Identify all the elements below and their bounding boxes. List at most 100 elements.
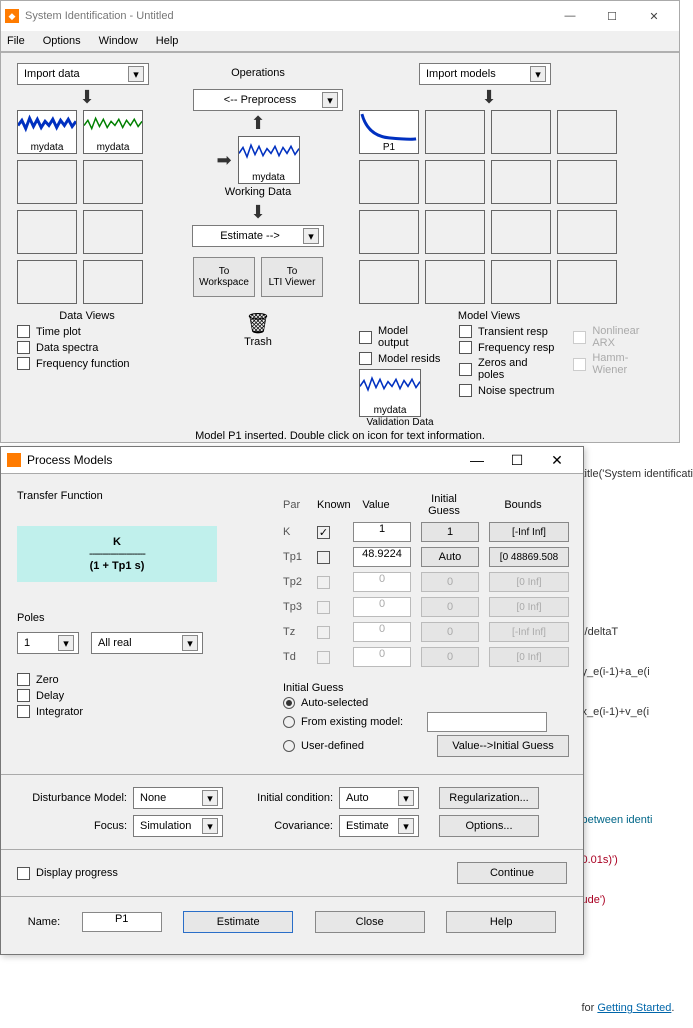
param-row-k: K ✓ 1 1 [-Inf Inf] [283,522,569,542]
close-button[interactable]: ✕ [537,448,577,472]
matlab-icon: ◆ [5,9,19,23]
init-button-k[interactable]: 1 [421,522,479,542]
menu-help[interactable]: Help [156,35,179,47]
bounds-button-tp1[interactable]: [0 48869.508 [489,547,569,567]
minimize-button[interactable]: — [549,2,591,30]
import-data-dropdown[interactable]: Import data ▾ [17,63,149,85]
model-slot-empty[interactable] [557,210,617,254]
frequency-function-checkbox[interactable]: Frequency function [17,357,157,370]
param-row-tp2: Tp2 0 0 [0 Inf] [283,572,569,592]
model-slot-empty[interactable] [425,160,485,204]
model-slot-empty[interactable] [359,210,419,254]
close-button[interactable]: ✕ [633,2,675,30]
display-progress-checkbox[interactable]: Display progress [17,867,118,880]
validation-data-slot[interactable]: mydata [359,369,421,417]
transient-resp-checkbox[interactable]: Transient resp [459,325,555,338]
working-data-slot[interactable]: mydata [238,136,300,184]
data-slot-empty[interactable] [83,160,143,204]
system-identification-window: ◆ System Identification - Untitled — ☐ ✕… [0,0,680,443]
disturbance-dropdown[interactable]: None▾ [133,787,223,809]
to-lti-viewer-button[interactable]: To LTI Viewer [261,257,323,297]
model-slot-empty[interactable] [491,160,551,204]
model-slot-empty[interactable] [557,110,617,154]
data-slot-empty[interactable] [83,210,143,254]
preprocess-dropdown[interactable]: <-- Preprocess▾ [193,89,343,111]
minimize-button[interactable]: — [457,448,497,472]
model-slot-empty[interactable] [491,210,551,254]
regularization-button[interactable]: Regularization... [439,787,539,809]
name-label: Name: [28,916,60,928]
data-spectra-checkbox[interactable]: Data spectra [17,341,157,354]
init-button-tp1[interactable]: Auto [421,547,479,567]
model-slot-p1[interactable]: P1 [359,110,419,154]
init-cond-dropdown[interactable]: Auto▾ [339,787,419,809]
ig-existing-radio[interactable]: From existing model: [283,712,569,732]
model-slot-empty[interactable] [491,260,551,304]
menu-file[interactable]: File [7,35,25,47]
covariance-dropdown[interactable]: Estimate▾ [339,815,419,837]
data-slot-2[interactable]: mydata [83,110,143,154]
data-slot-empty[interactable] [83,260,143,304]
value-input-k[interactable]: 1 [353,522,411,542]
model-slot-empty[interactable] [425,260,485,304]
matlab-icon [7,453,21,467]
right-arrow-icon: ➡ [216,150,231,171]
data-slot-empty[interactable] [17,210,77,254]
time-plot-checkbox[interactable]: Time plot [17,325,157,338]
known-checkbox-tp1[interactable] [317,551,330,564]
model-slot-empty[interactable] [359,160,419,204]
name-input[interactable]: P1 [82,912,162,932]
maximize-button[interactable]: ☐ [497,448,537,472]
data-slot-empty[interactable] [17,160,77,204]
col-bounds: Bounds [483,499,563,511]
known-checkbox-k[interactable]: ✓ [317,526,330,539]
param-row-tp1: Tp1 48.9224 Auto [0 48869.508 [283,547,569,567]
si-titlebar[interactable]: ◆ System Identification - Untitled — ☐ ✕ [1,1,679,31]
model-slot-empty[interactable] [425,210,485,254]
delay-checkbox[interactable]: Delay [17,689,253,702]
data-slot-1[interactable]: mydata [17,110,77,154]
data-slot-empty[interactable] [17,260,77,304]
menu-options[interactable]: Options [43,35,81,47]
estimate-button[interactable]: Estimate [183,911,293,933]
model-slot-empty[interactable] [557,160,617,204]
help-button[interactable]: Help [446,911,556,933]
poles-count-dropdown[interactable]: 1▾ [17,632,79,654]
operations-label: Operations [173,67,343,79]
model-resids-checkbox[interactable]: Model resids [359,352,441,365]
to-workspace-button[interactable]: To Workspace [193,257,255,297]
integrator-checkbox[interactable]: Integrator [17,705,253,718]
estimate-dropdown[interactable]: Estimate -->▾ [192,225,324,247]
ig-auto-radio[interactable]: Auto-selected [283,697,569,709]
close-button[interactable]: Close [315,911,425,933]
noise-spectrum-checkbox[interactable]: Noise spectrum [459,384,555,397]
chevron-down-icon: ▾ [530,66,546,82]
transfer-function-label: Transfer Function [17,490,253,502]
model-slot-empty[interactable] [491,110,551,154]
transfer-function-display: K --------------------- (1 + Tp1 s) [17,526,217,582]
model-slot-empty[interactable] [425,110,485,154]
focus-dropdown[interactable]: Simulation▾ [133,815,223,837]
poles-type-dropdown[interactable]: All real▾ [91,632,203,654]
menu-window[interactable]: Window [99,35,138,47]
value-to-initial-guess-button[interactable]: Value-->Initial Guess [437,735,569,757]
pm-titlebar[interactable]: Process Models — ☐ ✕ [1,447,583,473]
ig-existing-input[interactable] [427,712,547,732]
import-models-dropdown[interactable]: Import models▾ [419,63,551,85]
maximize-button[interactable]: ☐ [591,2,633,30]
zero-checkbox[interactable]: Zero [17,673,253,686]
model-output-checkbox[interactable]: Model output [359,325,441,349]
ig-user-radio[interactable]: User-defined Value-->Initial Guess [283,735,569,757]
value-input-tp1[interactable]: 48.9224 [353,547,411,567]
model-slot-empty[interactable] [359,260,419,304]
options-button[interactable]: Options... [439,815,539,837]
frequency-resp-checkbox[interactable]: Frequency resp [459,341,555,354]
col-value: Value [347,499,405,511]
getting-started-link[interactable]: Getting Started [597,1002,671,1014]
zeros-poles-checkbox[interactable]: Zeros and poles [459,357,555,381]
continue-button[interactable]: Continue [457,862,567,884]
bounds-button-k[interactable]: [-Inf Inf] [489,522,569,542]
data-views-label: Data Views [17,310,157,322]
trash-icon[interactable]: 🗑 [173,311,343,336]
model-slot-empty[interactable] [557,260,617,304]
